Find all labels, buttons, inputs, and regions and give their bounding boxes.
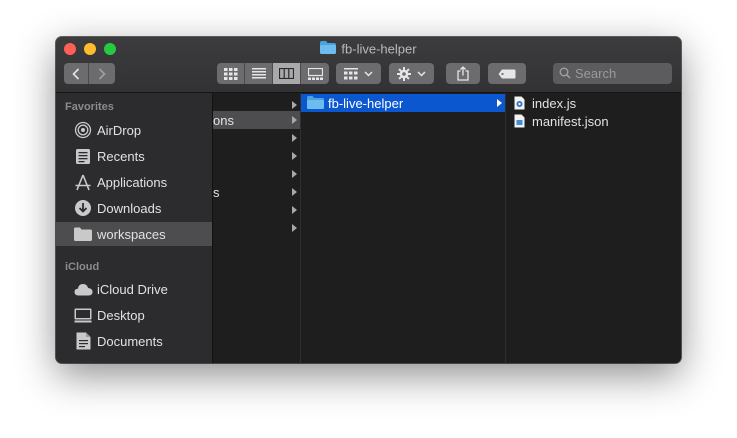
disclosure-arrow-icon [292, 170, 297, 178]
downloads-icon [73, 199, 93, 217]
finder-window: fb-live-helper Search Favorites AirDrop … [56, 37, 681, 363]
sidebar-item-label: Applications [97, 174, 168, 190]
action-button[interactable] [389, 63, 434, 84]
documents-icon [73, 332, 93, 350]
sidebar-item-label: Desktop [97, 307, 145, 323]
favorites-header: Favorites [65, 101, 114, 113]
list-item-label: ons [213, 113, 234, 128]
sidebar-item-label: Recents [97, 148, 145, 164]
nav-buttons [64, 63, 115, 84]
sidebar-item-workspaces[interactable]: workspaces [56, 222, 212, 246]
folder-icon [307, 96, 324, 112]
recents-icon [73, 147, 93, 165]
applications-icon [73, 173, 93, 191]
disclosure-arrow-icon [292, 224, 297, 232]
sidebar-item-documents[interactable]: Documents [56, 329, 212, 353]
browser-column-3: index.js manifest.json [506, 93, 681, 363]
browser-column-2: fb-live-helper [301, 93, 506, 363]
disclosure-arrow-icon [292, 134, 297, 142]
gallery-view-button[interactable] [301, 63, 329, 84]
gallery-icon [307, 67, 323, 80]
list-item[interactable] [213, 147, 300, 165]
disclosure-arrow-icon [292, 206, 297, 214]
list-item-fb-live-helper[interactable]: fb-live-helper [301, 94, 505, 112]
folder-icon [320, 41, 337, 58]
window-title: fb-live-helper [56, 41, 681, 57]
icloud-header: iCloud [65, 261, 100, 273]
gear-icon [397, 66, 411, 81]
tag-icon [498, 69, 516, 78]
chevron-down-icon [364, 70, 373, 77]
disclosure-arrow-icon [292, 101, 297, 109]
share-button[interactable] [446, 63, 480, 84]
sidebar-item-desktop[interactable]: Desktop [56, 303, 212, 327]
sidebar-item-label: AirDrop [97, 122, 142, 138]
sidebar-item-recents[interactable]: Recents [56, 144, 212, 168]
sidebar-item-airdrop[interactable]: AirDrop [56, 118, 212, 142]
browser-column-1: ons s [213, 93, 301, 363]
search-icon [559, 67, 571, 79]
list-view-button[interactable] [245, 63, 273, 84]
sidebar-item-label: iCloud Drive [97, 281, 168, 297]
list-icon [251, 68, 266, 79]
window-title-text: fb-live-helper [341, 41, 417, 57]
disclosure-arrow-icon [497, 99, 502, 107]
column-view-button[interactable] [273, 63, 301, 84]
list-item-label: index.js [532, 96, 577, 111]
list-item-label: manifest.json [532, 114, 609, 129]
chevron-left-icon [72, 67, 80, 80]
list-item[interactable] [213, 129, 300, 147]
search-field[interactable]: Search [553, 63, 672, 84]
group-icon [344, 67, 358, 79]
forward-button[interactable] [89, 63, 115, 84]
disclosure-arrow-icon [292, 188, 297, 196]
sidebar-item-label: Documents [97, 333, 163, 349]
title-bar: fb-live-helper Search [56, 37, 681, 93]
folder-icon [73, 225, 93, 243]
disclosure-arrow-icon [292, 152, 297, 160]
sidebar-item-label: Downloads [97, 200, 162, 216]
list-item-label: s [213, 185, 220, 200]
list-item-index-js[interactable]: index.js [506, 94, 681, 112]
chevron-down-icon [417, 70, 426, 77]
cloud-icon [73, 280, 93, 298]
disclosure-arrow-icon [292, 116, 297, 124]
list-item-manifest-json[interactable]: manifest.json [506, 112, 681, 130]
sidebar-item-icloud-drive[interactable]: iCloud Drive [56, 277, 212, 301]
list-item[interactable] [213, 201, 300, 219]
json-file-icon [514, 114, 525, 131]
list-item-label: fb-live-helper [328, 96, 404, 111]
list-item[interactable]: ons [213, 111, 300, 129]
desktop-icon [73, 306, 93, 324]
list-item[interactable] [213, 219, 300, 237]
back-button[interactable] [64, 63, 89, 84]
chevron-right-icon [98, 67, 106, 80]
icon-view-button[interactable] [217, 63, 245, 84]
js-file-icon [514, 96, 525, 113]
group-by-button[interactable] [336, 63, 381, 84]
icon-grid-icon [223, 67, 237, 80]
list-item[interactable]: s [213, 183, 300, 201]
sidebar-item-applications[interactable]: Applications [56, 170, 212, 194]
airdrop-icon [73, 121, 93, 139]
list-item[interactable] [213, 165, 300, 183]
search-placeholder: Search [575, 66, 617, 81]
view-mode-segmented [217, 63, 329, 84]
sidebar-item-downloads[interactable]: Downloads [56, 196, 212, 220]
share-icon [457, 66, 469, 81]
sidebar: Favorites AirDrop Recents Applications D… [56, 93, 213, 363]
columns-icon [279, 68, 294, 79]
tags-button[interactable] [488, 63, 526, 84]
sidebar-item-label: workspaces [97, 226, 166, 242]
